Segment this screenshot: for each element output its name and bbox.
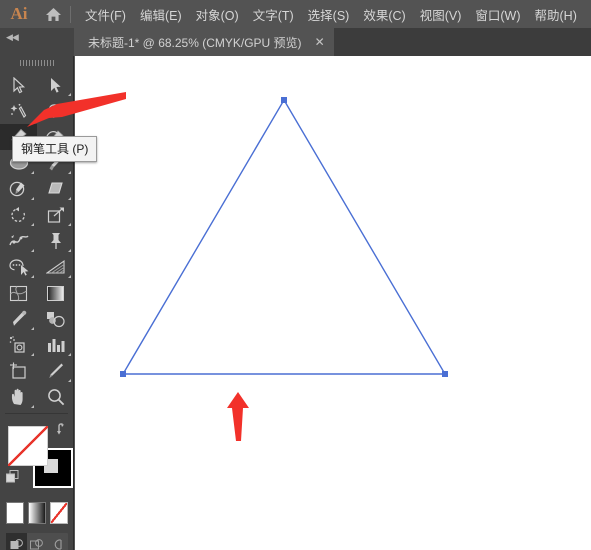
- menu-object[interactable]: 对象(O): [189, 0, 246, 28]
- flyout-triangle-icon: [68, 197, 71, 200]
- draw-behind-button[interactable]: [27, 533, 48, 550]
- menu-view[interactable]: 视图(V): [413, 0, 469, 28]
- zoom-tool[interactable]: [37, 384, 74, 410]
- illustrator-window: Ai 文件(F) 编辑(E) 对象(O) 文字(T) 选择(S) 效果(C) 视…: [0, 0, 591, 550]
- default-fill-stroke-icon[interactable]: [6, 470, 19, 483]
- flyout-triangle-icon: [31, 171, 34, 174]
- direct-selection-tool[interactable]: [37, 72, 74, 98]
- anchor-apex: [281, 97, 287, 103]
- color-mode-button[interactable]: [6, 502, 24, 524]
- column-graph-tool[interactable]: [37, 332, 74, 358]
- document-tab[interactable]: 未标题-1* @ 68.25% (CMYK/GPU 预览) ✕: [74, 28, 335, 56]
- anchor-bottom-left: [120, 371, 126, 377]
- document-tab-bar: ◀◀ 未标题-1* @ 68.25% (CMYK/GPU 预览) ✕: [0, 28, 591, 56]
- artboard-canvas[interactable]: [75, 56, 591, 550]
- flyout-triangle-icon: [31, 275, 34, 278]
- document-tab-title: 未标题-1* @ 68.25% (CMYK/GPU 预览): [88, 35, 302, 50]
- artboard-tool[interactable]: [0, 358, 37, 384]
- flyout-triangle-icon: [31, 353, 34, 356]
- gradient-mode-button[interactable]: [28, 502, 46, 524]
- shape-builder-tool[interactable]: [0, 254, 37, 280]
- fill-swatch-none[interactable]: [8, 426, 48, 466]
- swap-fill-stroke-icon[interactable]: [56, 422, 70, 436]
- draw-mode-bar: [6, 533, 68, 550]
- mesh-tool[interactable]: [0, 280, 37, 306]
- draw-normal-button[interactable]: [6, 533, 27, 550]
- flyout-triangle-icon: [68, 353, 71, 356]
- tools-panel-divider: [5, 413, 68, 414]
- menu-file[interactable]: 文件(F): [78, 0, 133, 28]
- fill-stroke-controls: [0, 420, 74, 550]
- magic-wand-tool[interactable]: [0, 98, 37, 124]
- slice-tool[interactable]: [37, 358, 74, 384]
- free-transform-tool[interactable]: [37, 228, 74, 254]
- anchor-bottom-right: [442, 371, 448, 377]
- eyedropper-tool[interactable]: [0, 306, 37, 332]
- flyout-triangle-icon: [68, 93, 71, 96]
- flyout-triangle-icon: [31, 405, 34, 408]
- hand-tool[interactable]: [0, 384, 37, 410]
- flyout-triangle-icon: [68, 379, 71, 382]
- menu-edit[interactable]: 编辑(E): [133, 0, 189, 28]
- eraser-tool[interactable]: [37, 176, 74, 202]
- flyout-triangle-icon: [68, 171, 71, 174]
- none-mode-button[interactable]: [50, 502, 68, 524]
- close-icon[interactable]: ✕: [315, 35, 325, 49]
- panel-collapse-button[interactable]: ◀◀: [0, 28, 74, 56]
- flyout-triangle-icon: [31, 249, 34, 252]
- rotate-tool[interactable]: [0, 202, 37, 228]
- menu-type[interactable]: 文字(T): [246, 0, 301, 28]
- double-chevron-left-icon: ◀◀: [6, 32, 19, 42]
- app-logo: Ai: [10, 4, 28, 23]
- draw-inside-button[interactable]: [47, 533, 68, 550]
- shaper-tool[interactable]: [0, 176, 37, 202]
- flyout-triangle-icon: [31, 197, 34, 200]
- perspective-grid-tool[interactable]: [37, 254, 74, 280]
- selection-tool[interactable]: [0, 72, 37, 98]
- home-icon[interactable]: [38, 0, 68, 28]
- paint-mode-bar: [6, 502, 68, 528]
- flyout-triangle-icon: [68, 249, 71, 252]
- panel-drag-grip[interactable]: [0, 56, 73, 70]
- lasso-tool[interactable]: [37, 98, 74, 124]
- grip-dots-icon: [19, 60, 54, 66]
- flyout-triangle-icon: [31, 327, 34, 330]
- blend-tool[interactable]: [37, 306, 74, 332]
- menubar-divider: [70, 5, 71, 23]
- pen-tool-tooltip: 钢笔工具 (P): [12, 136, 98, 162]
- flyout-triangle-icon: [68, 223, 71, 226]
- tools-panel: [0, 56, 74, 550]
- flyout-triangle-icon: [31, 223, 34, 226]
- flyout-triangle-icon: [68, 275, 71, 278]
- menu-window[interactable]: 窗口(W): [468, 0, 527, 28]
- width-tool[interactable]: [0, 228, 37, 254]
- menu-help[interactable]: 帮助(H): [528, 0, 584, 28]
- gradient-tool[interactable]: [37, 280, 74, 306]
- menu-bar: Ai 文件(F) 编辑(E) 对象(O) 文字(T) 选择(S) 效果(C) 视…: [0, 0, 591, 28]
- scale-tool[interactable]: [37, 202, 74, 228]
- tool-grid: [0, 70, 73, 410]
- artwork-svg: [120, 97, 448, 377]
- menu-select[interactable]: 选择(S): [301, 0, 357, 28]
- menu-effect[interactable]: 效果(C): [356, 0, 412, 28]
- symbol-sprayer-tool[interactable]: [0, 332, 37, 358]
- triangle-path: [121, 98, 447, 375]
